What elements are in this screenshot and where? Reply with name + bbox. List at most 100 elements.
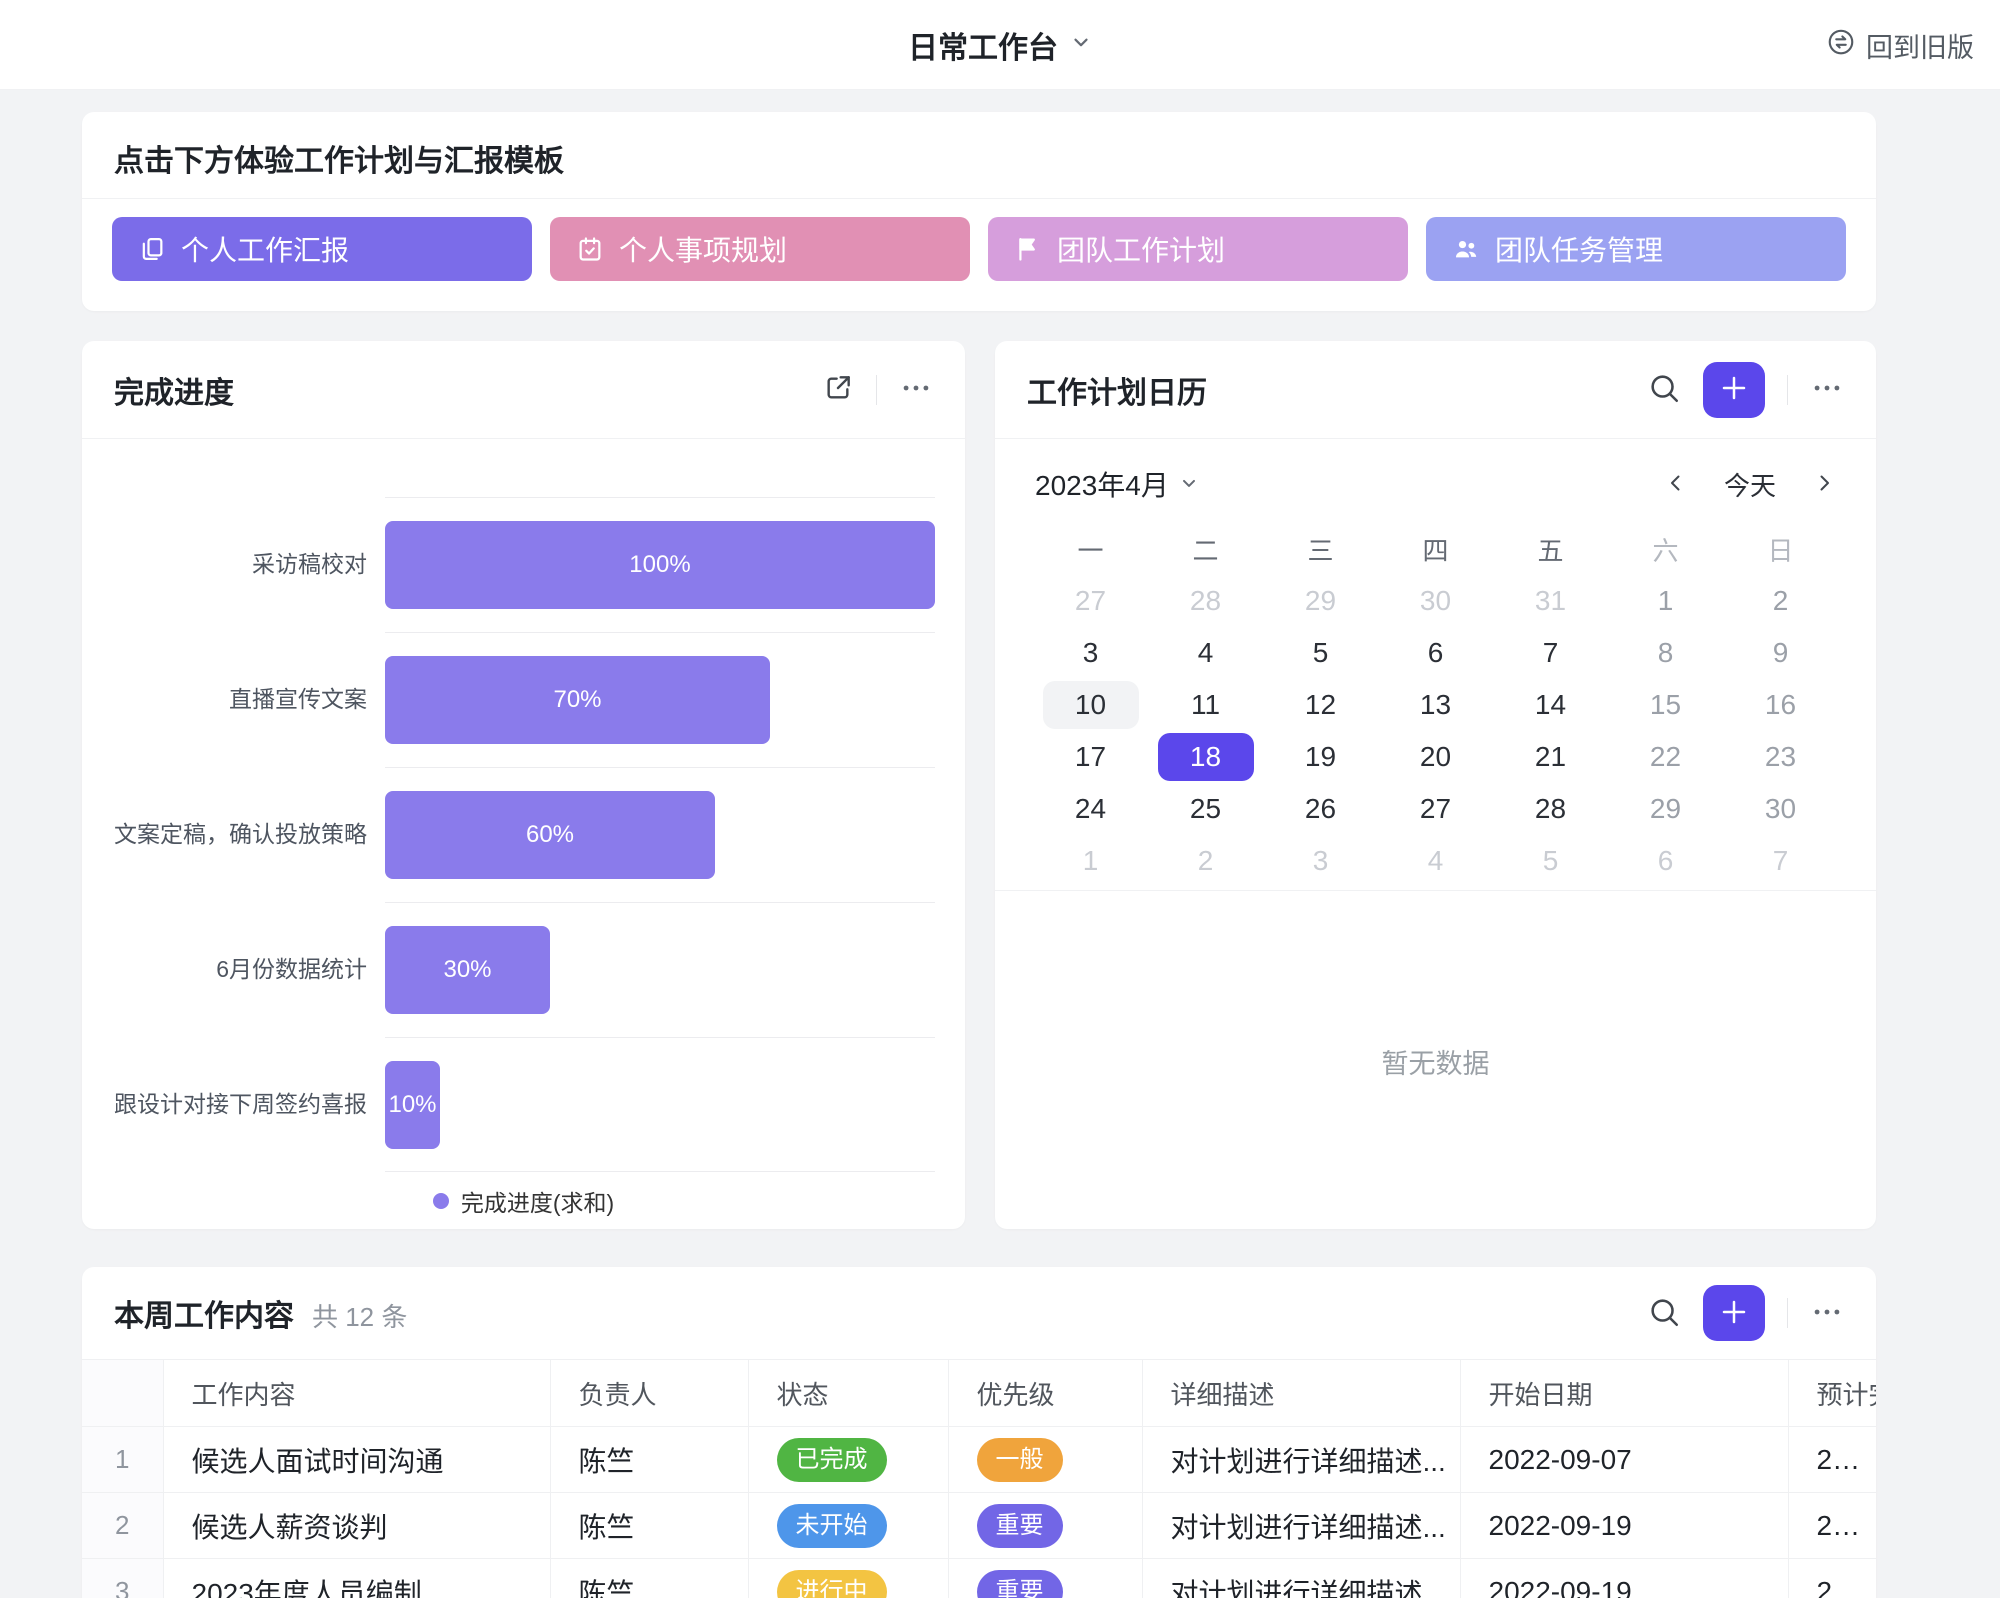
calendar-day-24[interactable]: 24: [1033, 783, 1148, 835]
calendar-day-1[interactable]: 1: [1608, 575, 1723, 627]
calendar-day-2[interactable]: 2: [1148, 835, 1263, 887]
calendar-day-2[interactable]: 2: [1723, 575, 1838, 627]
search-button[interactable]: [1647, 371, 1681, 408]
add-record-button[interactable]: [1703, 362, 1765, 418]
template-button-2[interactable]: 个人事项规划: [550, 217, 970, 281]
calendar-day-19[interactable]: 19: [1263, 731, 1378, 783]
calendar-day-11[interactable]: 11: [1148, 679, 1263, 731]
task-cell[interactable]: 候选人面试时间沟通: [163, 1427, 550, 1493]
calendar-day-23[interactable]: 23: [1723, 731, 1838, 783]
today-button[interactable]: 今天: [1724, 466, 1776, 503]
description-cell[interactable]: 对计划进行详细描述...: [1142, 1427, 1460, 1493]
task-cell[interactable]: 2023年度人员编制: [163, 1559, 550, 1598]
start-date-cell[interactable]: 2022-09-19: [1460, 1559, 1788, 1598]
calendar-day-number: 31: [1503, 577, 1599, 625]
due-date-cell[interactable]: 2022-: [1788, 1493, 1876, 1559]
calendar-day-number: 21: [1503, 733, 1599, 781]
calendar-day-number: 30: [1388, 577, 1484, 625]
calendar-day-3[interactable]: 3: [1263, 835, 1378, 887]
description-cell[interactable]: 对计划进行详细描述...: [1142, 1559, 1460, 1598]
calendar-day-5[interactable]: 5: [1493, 835, 1608, 887]
column-header[interactable]: 详细描述: [1142, 1360, 1460, 1427]
calendar-day-20[interactable]: 20: [1378, 731, 1493, 783]
calendar-day-26[interactable]: 26: [1263, 783, 1378, 835]
calendar-day-27[interactable]: 27: [1378, 783, 1493, 835]
calendar-day-29[interactable]: 29: [1263, 575, 1378, 627]
next-month-button[interactable]: [1812, 471, 1836, 498]
calendar-day-10-today[interactable]: 10: [1033, 679, 1148, 731]
calendar-day-6[interactable]: 6: [1608, 835, 1723, 887]
calendar-day-3[interactable]: 3: [1033, 627, 1148, 679]
calendar-day-28[interactable]: 28: [1493, 783, 1608, 835]
chevron-down-icon: [1179, 468, 1199, 500]
calendar-day-5[interactable]: 5: [1263, 627, 1378, 679]
chart-category-label: 直播宣传文案: [112, 632, 385, 767]
priority-cell[interactable]: 一般: [948, 1427, 1142, 1493]
template-button-label: 团队工作计划: [1057, 229, 1225, 269]
calendar-card-title: 工作计划日历: [1027, 368, 1207, 412]
task-cell[interactable]: 候选人薪资谈判: [163, 1493, 550, 1559]
calendar-day-16[interactable]: 16: [1723, 679, 1838, 731]
calendar-day-number: 15: [1618, 681, 1714, 729]
prev-month-button[interactable]: [1664, 471, 1688, 498]
calendar-day-13[interactable]: 13: [1378, 679, 1493, 731]
calendar-day-14[interactable]: 14: [1493, 679, 1608, 731]
calendar-day-12[interactable]: 12: [1263, 679, 1378, 731]
table-header-row: 工作内容负责人状态优先级详细描述开始日期预计完: [82, 1360, 1876, 1427]
calendar-day-30[interactable]: 30: [1723, 783, 1838, 835]
calendar-day-8[interactable]: 8: [1608, 627, 1723, 679]
priority-cell[interactable]: 重要: [948, 1493, 1142, 1559]
add-record-button[interactable]: [1703, 1285, 1765, 1341]
description-cell[interactable]: 对计划进行详细描述...: [1142, 1493, 1460, 1559]
weekday-label: 二: [1148, 523, 1263, 575]
calendar-day-21[interactable]: 21: [1493, 731, 1608, 783]
back-to-old-version-link[interactable]: 回到旧版: [1826, 0, 1974, 90]
column-header[interactable]: 开始日期: [1460, 1360, 1788, 1427]
owner-cell[interactable]: 陈竺: [550, 1427, 748, 1493]
due-date-cell[interactable]: 2022-: [1788, 1559, 1876, 1598]
workspace-title-dropdown[interactable]: 日常工作台: [908, 23, 1092, 67]
calendar-day-9[interactable]: 9: [1723, 627, 1838, 679]
status-cell[interactable]: 进行中: [748, 1559, 948, 1598]
calendar-day-6[interactable]: 6: [1378, 627, 1493, 679]
month-selector[interactable]: 2023年4月: [1035, 464, 1199, 504]
calendar-day-15[interactable]: 15: [1608, 679, 1723, 731]
status-cell[interactable]: 未开始: [748, 1493, 948, 1559]
start-date-cell[interactable]: 2022-09-19: [1460, 1493, 1788, 1559]
calendar-day-27[interactable]: 27: [1033, 575, 1148, 627]
calendar-day-1[interactable]: 1: [1033, 835, 1148, 887]
template-button-4[interactable]: 团队任务管理: [1426, 217, 1846, 281]
calendar-day-29[interactable]: 29: [1608, 783, 1723, 835]
column-header[interactable]: 工作内容: [163, 1360, 550, 1427]
calendar-day-7[interactable]: 7: [1493, 627, 1608, 679]
template-button-1[interactable]: 个人工作汇报: [112, 217, 532, 281]
open-in-new-button[interactable]: [822, 372, 854, 407]
calendar-day-30[interactable]: 30: [1378, 575, 1493, 627]
column-header[interactable]: 优先级: [948, 1360, 1142, 1427]
calendar-day-7[interactable]: 7: [1723, 835, 1838, 887]
calendar-day-25[interactable]: 25: [1148, 783, 1263, 835]
template-button-3[interactable]: 团队工作计划: [988, 217, 1408, 281]
calendar-day-18-selected[interactable]: 18: [1148, 731, 1263, 783]
column-header[interactable]: 状态: [748, 1360, 948, 1427]
more-options-button[interactable]: [1810, 371, 1844, 408]
priority-cell[interactable]: 重要: [948, 1559, 1142, 1598]
owner-cell[interactable]: 陈竺: [550, 1493, 748, 1559]
calendar-day-4[interactable]: 4: [1378, 835, 1493, 887]
calendar-day-31[interactable]: 31: [1493, 575, 1608, 627]
more-options-button[interactable]: [1810, 1295, 1844, 1332]
search-button[interactable]: [1647, 1295, 1681, 1332]
start-date-cell[interactable]: 2022-09-07: [1460, 1427, 1788, 1493]
calendar-day-17[interactable]: 17: [1033, 731, 1148, 783]
switch-version-icon: [1826, 27, 1856, 64]
calendar-day-22[interactable]: 22: [1608, 731, 1723, 783]
column-header[interactable]: 负责人: [550, 1360, 748, 1427]
calendar-day-28[interactable]: 28: [1148, 575, 1263, 627]
owner-cell[interactable]: 陈竺: [550, 1559, 748, 1598]
more-options-button[interactable]: [899, 371, 933, 408]
due-date-cell[interactable]: 2022-: [1788, 1427, 1876, 1493]
column-header[interactable]: 预计完: [1788, 1360, 1876, 1427]
back-to-old-version-label: 回到旧版: [1866, 26, 1974, 65]
calendar-day-4[interactable]: 4: [1148, 627, 1263, 679]
status-cell[interactable]: 已完成: [748, 1427, 948, 1493]
